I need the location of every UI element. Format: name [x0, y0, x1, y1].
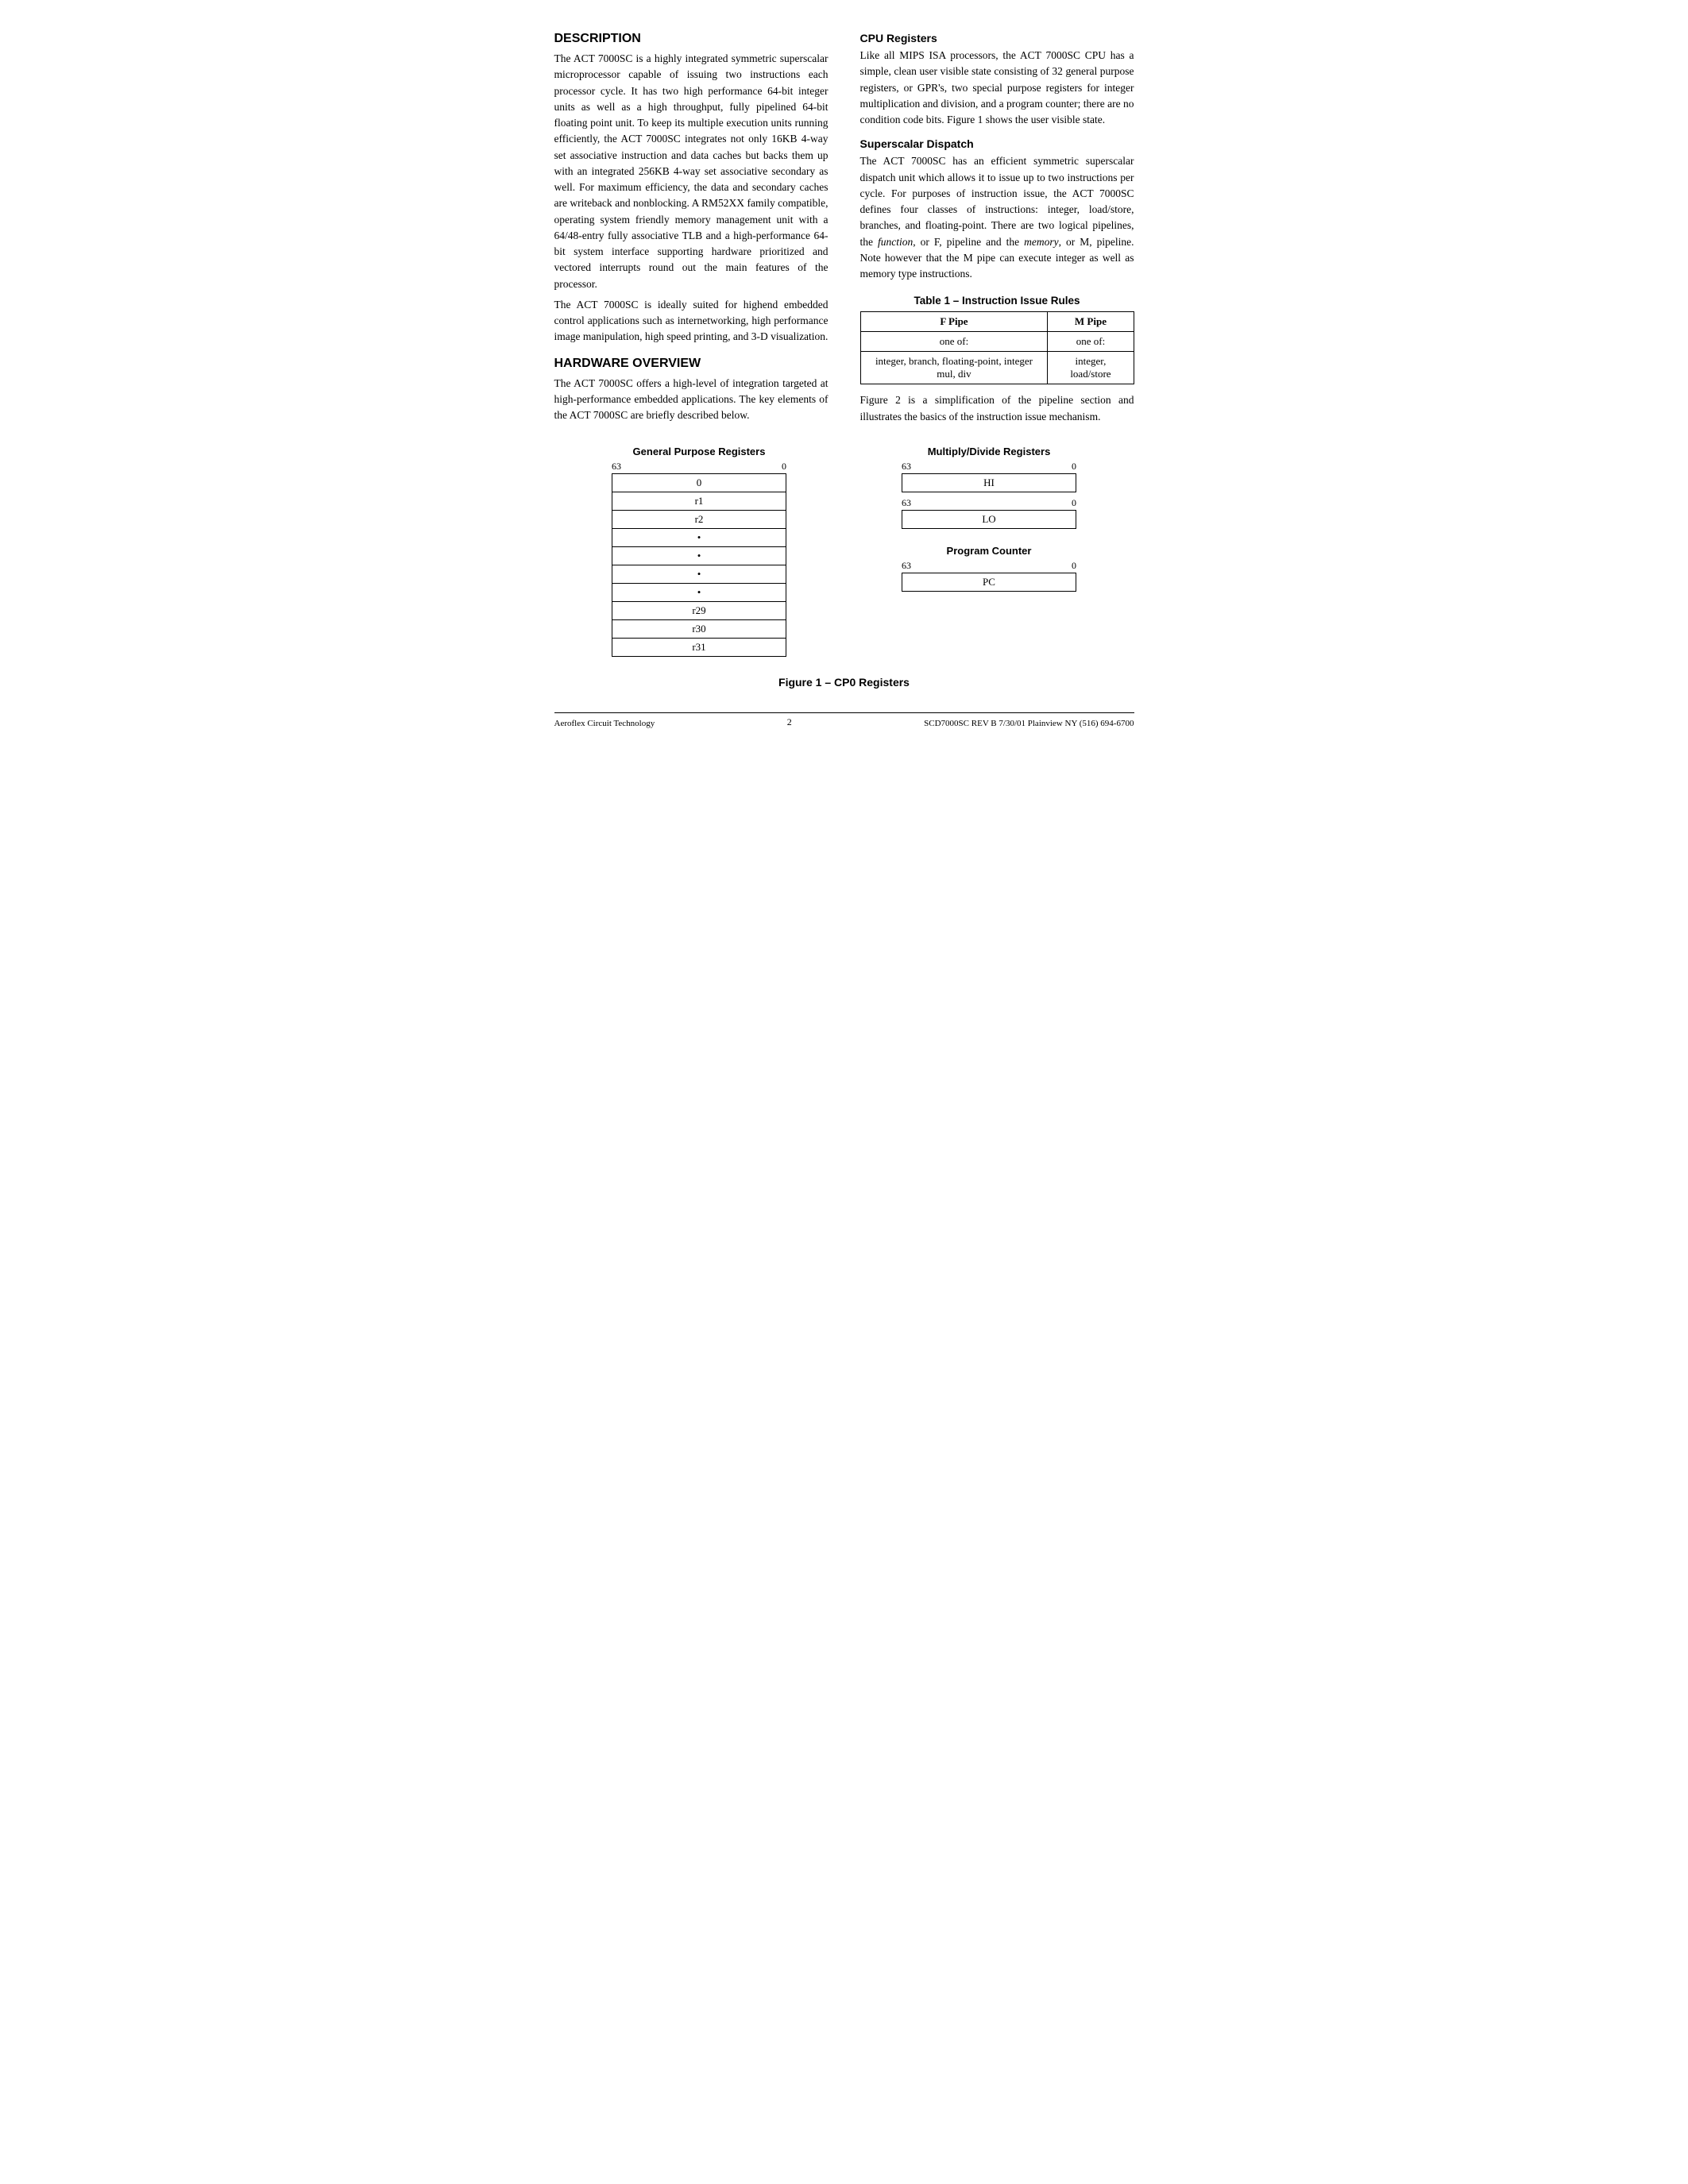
table1-title: Table 1 – Instruction Issue Rules [860, 295, 1134, 307]
gpr-range-right: 0 [782, 461, 786, 473]
superscalar-title: Superscalar Dispatch [860, 137, 1134, 150]
gpr-row7: r29 [612, 601, 786, 619]
hardware-title: HARDWARE OVERVIEW [554, 357, 829, 371]
table-row: r31 [612, 638, 786, 656]
multiply-pc-column: Multiply/Divide Registers 63 0 HI 63 0 [902, 446, 1076, 592]
gpr-row9: r31 [612, 638, 786, 656]
footer-left: Aeroflex Circuit Technology [554, 719, 655, 728]
gpr-title: General Purpose Registers [633, 446, 766, 457]
gpr-row1: r1 [612, 492, 786, 510]
table-row: integer, branch, floating-point, integer… [860, 352, 1134, 384]
table-row: one of: one of: [860, 332, 1134, 352]
instruction-issue-table: F Pipe M Pipe one of: one of: integer, b… [860, 311, 1134, 384]
right-column: CPU Registers Like all MIPS ISA processo… [860, 32, 1134, 430]
hi-range-right: 0 [1072, 461, 1076, 473]
footer-center: 2 [787, 716, 792, 728]
table-row: r2 [612, 510, 786, 528]
lo-register: 63 0 LO [902, 497, 1076, 529]
gpr-row8: r30 [612, 619, 786, 638]
multiply-title: Multiply/Divide Registers [928, 446, 1051, 457]
description-para2: The ACT 7000SC is ideally suited for hig… [554, 297, 829, 345]
figure1-caption: Figure 1 – CP0 Registers [554, 676, 1134, 689]
table-row: r29 [612, 601, 786, 619]
footer: Aeroflex Circuit Technology 2 SCD7000SC … [554, 712, 1134, 728]
page: DESCRIPTION The ACT 7000SC is a highly i… [554, 32, 1134, 728]
pc-title: Program Counter [947, 545, 1032, 557]
description-title: DESCRIPTION [554, 32, 829, 46]
gpr-range-left: 63 [612, 461, 621, 473]
figure-row: General Purpose Registers 63 0 0 r1 r2 •… [554, 446, 1134, 657]
multiply-group: Multiply/Divide Registers 63 0 HI 63 0 [902, 446, 1076, 529]
footer-right: SCD7000SC REV B 7/30/01 Plainview NY (51… [924, 719, 1134, 728]
table-row: • [612, 528, 786, 546]
pc-range-left: 63 [902, 560, 911, 572]
table-row1-col2: one of: [1048, 332, 1134, 352]
gpr-row5: • [612, 565, 786, 583]
hi-register: 63 0 HI [902, 461, 1076, 492]
hi-range-left: 63 [902, 461, 911, 473]
table-row1-col1: one of: [860, 332, 1048, 352]
cpu-registers-para: Like all MIPS ISA processors, the ACT 70… [860, 48, 1134, 128]
left-column: DESCRIPTION The ACT 7000SC is a highly i… [554, 32, 829, 430]
table-row2-col2: integer, load/store [1048, 352, 1134, 384]
pc-box: PC [902, 573, 1076, 592]
table-row: r1 [612, 492, 786, 510]
gpr-table: 0 r1 r2 • • • • r29 r30 r31 [612, 473, 786, 657]
lo-range-left: 63 [902, 497, 911, 509]
top-columns: DESCRIPTION The ACT 7000SC is a highly i… [554, 32, 1134, 430]
table-col2-header: M Pipe [1048, 312, 1134, 332]
table-row2-col1: integer, branch, floating-point, integer… [860, 352, 1048, 384]
gpr-row0: 0 [612, 473, 786, 492]
gpr-row3: • [612, 528, 786, 546]
hi-box: HI [902, 473, 1076, 492]
table-row: r30 [612, 619, 786, 638]
table-row: • [612, 565, 786, 583]
cpu-registers-title: CPU Registers [860, 32, 1134, 44]
pc-range-right: 0 [1072, 560, 1076, 572]
gpr-group: General Purpose Registers 63 0 0 r1 r2 •… [612, 446, 786, 657]
table-row: • [612, 583, 786, 601]
gpr-row2: r2 [612, 510, 786, 528]
hi-range: 63 0 [902, 461, 1076, 473]
pc-range: 63 0 [902, 560, 1076, 572]
table-row: • [612, 546, 786, 565]
lo-range: 63 0 [902, 497, 1076, 509]
figure2-text: Figure 2 is a simplification of the pipe… [860, 392, 1134, 425]
gpr-range: 63 0 [612, 461, 786, 473]
table-col1-header: F Pipe [860, 312, 1048, 332]
pc-group: Program Counter 63 0 PC [902, 545, 1076, 592]
superscalar-para: The ACT 7000SC has an efficient symmetri… [860, 153, 1134, 282]
gpr-row4: • [612, 546, 786, 565]
lo-range-right: 0 [1072, 497, 1076, 509]
description-para1: The ACT 7000SC is a highly integrated sy… [554, 51, 829, 292]
table-row: 0 [612, 473, 786, 492]
figure1-section: General Purpose Registers 63 0 0 r1 r2 •… [554, 446, 1134, 689]
hardware-para: The ACT 7000SC offers a high-level of in… [554, 376, 829, 424]
lo-box: LO [902, 510, 1076, 529]
gpr-row6: • [612, 583, 786, 601]
